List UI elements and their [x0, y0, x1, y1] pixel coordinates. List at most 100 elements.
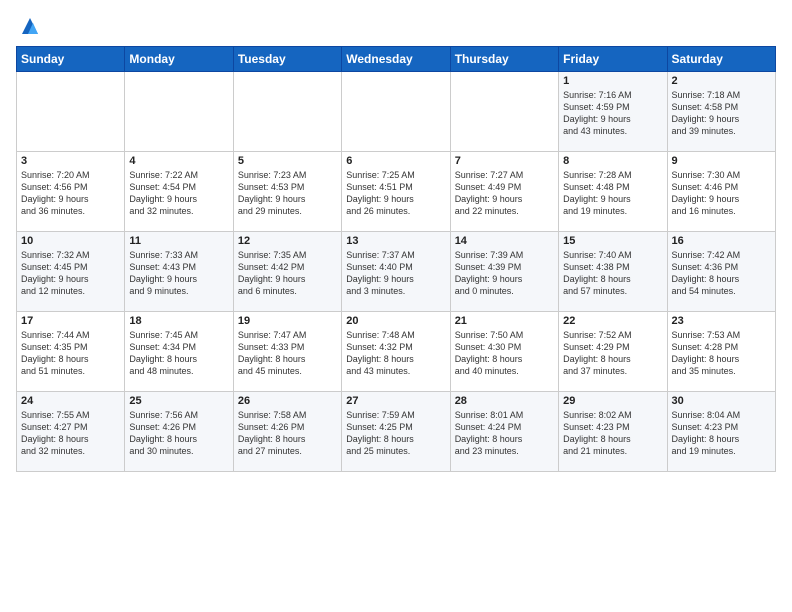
day-number: 7 — [455, 155, 554, 167]
weekday-header: Wednesday — [342, 47, 450, 72]
day-info: Sunrise: 7:27 AM Sunset: 4:49 PM Dayligh… — [455, 169, 554, 218]
day-info: Sunrise: 7:39 AM Sunset: 4:39 PM Dayligh… — [455, 249, 554, 298]
day-info: Sunrise: 8:01 AM Sunset: 4:24 PM Dayligh… — [455, 409, 554, 458]
calendar-cell: 8Sunrise: 7:28 AM Sunset: 4:48 PM Daylig… — [559, 152, 667, 232]
calendar-cell: 10 Sunrise: 7:32 AM Sunset: 4:45 PM Dayli… — [17, 232, 125, 312]
day-number: 9 — [672, 155, 771, 167]
day-number: 27 — [346, 395, 445, 407]
day-number: 30 — [672, 395, 771, 407]
day-number: 4 — [129, 155, 228, 167]
calendar-cell — [233, 72, 341, 152]
day-info: Sunrise: 7:50 AM Sunset: 4:30 PM Dayligh… — [455, 329, 554, 378]
day-info: Sunrise: 7:58 AM Sunset: 4:26 PM Dayligh… — [238, 409, 337, 458]
calendar-cell: 15 Sunrise: 7:40 AM Sunset: 4:38 PM Dayli… — [559, 232, 667, 312]
weekday-header: Sunday — [17, 47, 125, 72]
calendar-cell: 7 Sunrise: 7:27 AM Sunset: 4:49 PM Daylig… — [450, 152, 558, 232]
calendar-cell: 11 Sunrise: 7:33 AM Sunset: 4:43 PM Dayli… — [125, 232, 233, 312]
calendar-week-row: 1 Sunrise: 7:16 AM Sunset: 4:59 PM Daylig… — [17, 72, 776, 152]
day-number: 15 — [563, 235, 662, 247]
day-info: Sunrise: 7:40 AM Sunset: 4:38 PM Dayligh… — [563, 249, 662, 298]
day-info: Sunrise: 7:56 AM Sunset: 4:26 PM Dayligh… — [129, 409, 228, 458]
day-number: 23 — [672, 315, 771, 327]
calendar-cell: 22 Sunrise: 7:52 AM Sunset: 4:29 PM Dayli… — [559, 312, 667, 392]
calendar-cell: 18 Sunrise: 7:45 AM Sunset: 4:34 PM Dayli… — [125, 312, 233, 392]
calendar-cell: 14 Sunrise: 7:39 AM Sunset: 4:39 PM Dayli… — [450, 232, 558, 312]
weekday-header: Saturday — [667, 47, 775, 72]
weekday-header: Thursday — [450, 47, 558, 72]
weekday-header: Friday — [559, 47, 667, 72]
day-info: Sunrise: 7:47 AM Sunset: 4:33 PM Dayligh… — [238, 329, 337, 378]
weekday-header: Tuesday — [233, 47, 341, 72]
day-info: Sunrise: 7:25 AM Sunset: 4:51 PM Dayligh… — [346, 169, 445, 218]
calendar-week-row: 10 Sunrise: 7:32 AM Sunset: 4:45 PM Dayli… — [17, 232, 776, 312]
day-number: 3 — [21, 155, 120, 167]
calendar-cell: 4 Sunrise: 7:22 AM Sunset: 4:54 PM Daylig… — [125, 152, 233, 232]
logo-icon — [20, 16, 40, 36]
day-number: 26 — [238, 395, 337, 407]
day-number: 24 — [21, 395, 120, 407]
calendar-cell: 25 Sunrise: 7:56 AM Sunset: 4:26 PM Dayli… — [125, 392, 233, 472]
day-info: Sunrise: 7:32 AM Sunset: 4:45 PM Dayligh… — [21, 249, 120, 298]
day-number: 6 — [346, 155, 445, 167]
calendar-cell: 1 Sunrise: 7:16 AM Sunset: 4:59 PM Daylig… — [559, 72, 667, 152]
calendar-cell: 9 Sunrise: 7:30 AM Sunset: 4:46 PM Daylig… — [667, 152, 775, 232]
day-info: Sunrise: 8:02 AM Sunset: 4:23 PM Dayligh… — [563, 409, 662, 458]
calendar-cell: 17 Sunrise: 7:44 AM Sunset: 4:35 PM Dayli… — [17, 312, 125, 392]
day-number: 21 — [455, 315, 554, 327]
day-info: Sunrise: 7:52 AM Sunset: 4:29 PM Dayligh… — [563, 329, 662, 378]
day-number: 1 — [563, 75, 662, 87]
day-number: 14 — [455, 235, 554, 247]
calendar-cell: 29 Sunrise: 8:02 AM Sunset: 4:23 PM Dayli… — [559, 392, 667, 472]
calendar-week-row: 24 Sunrise: 7:55 AM Sunset: 4:27 PM Dayli… — [17, 392, 776, 472]
day-number: 19 — [238, 315, 337, 327]
calendar-cell: 19 Sunrise: 7:47 AM Sunset: 4:33 PM Dayli… — [233, 312, 341, 392]
calendar-cell: 12 Sunrise: 7:35 AM Sunset: 4:42 PM Dayli… — [233, 232, 341, 312]
day-number: 10 — [21, 235, 120, 247]
calendar-cell: 27Sunrise: 7:59 AM Sunset: 4:25 PM Dayli… — [342, 392, 450, 472]
day-number: 16 — [672, 235, 771, 247]
day-info: Sunrise: 7:37 AM Sunset: 4:40 PM Dayligh… — [346, 249, 445, 298]
day-number: 2 — [672, 75, 771, 87]
logo — [16, 16, 40, 36]
day-info: Sunrise: 7:35 AM Sunset: 4:42 PM Dayligh… — [238, 249, 337, 298]
day-info: Sunrise: 7:44 AM Sunset: 4:35 PM Dayligh… — [21, 329, 120, 378]
day-info: Sunrise: 8:04 AM Sunset: 4:23 PM Dayligh… — [672, 409, 771, 458]
day-info: Sunrise: 7:48 AM Sunset: 4:32 PM Dayligh… — [346, 329, 445, 378]
day-info: Sunrise: 7:23 AM Sunset: 4:53 PM Dayligh… — [238, 169, 337, 218]
day-number: 20 — [346, 315, 445, 327]
day-info: Sunrise: 7:42 AM Sunset: 4:36 PM Dayligh… — [672, 249, 771, 298]
day-number: 13 — [346, 235, 445, 247]
calendar-cell — [342, 72, 450, 152]
calendar-cell: 20 Sunrise: 7:48 AM Sunset: 4:32 PM Dayli… — [342, 312, 450, 392]
calendar-cell — [17, 72, 125, 152]
day-info: Sunrise: 7:55 AM Sunset: 4:27 PM Dayligh… — [21, 409, 120, 458]
calendar-header-row: SundayMondayTuesdayWednesdayThursdayFrid… — [17, 47, 776, 72]
day-info: Sunrise: 7:30 AM Sunset: 4:46 PM Dayligh… — [672, 169, 771, 218]
day-info: Sunrise: 7:33 AM Sunset: 4:43 PM Dayligh… — [129, 249, 228, 298]
calendar-cell — [450, 72, 558, 152]
calendar-cell: 16 Sunrise: 7:42 AM Sunset: 4:36 PM Dayli… — [667, 232, 775, 312]
calendar-cell: 30 Sunrise: 8:04 AM Sunset: 4:23 PM Dayli… — [667, 392, 775, 472]
calendar-cell: 21 Sunrise: 7:50 AM Sunset: 4:30 PM Dayli… — [450, 312, 558, 392]
calendar-cell: 3 Sunrise: 7:20 AM Sunset: 4:56 PM Daylig… — [17, 152, 125, 232]
day-number: 25 — [129, 395, 228, 407]
day-info: Sunrise: 7:20 AM Sunset: 4:56 PM Dayligh… — [21, 169, 120, 218]
header — [16, 16, 776, 36]
day-number: 5 — [238, 155, 337, 167]
day-number: 12 — [238, 235, 337, 247]
calendar-cell: 6 Sunrise: 7:25 AM Sunset: 4:51 PM Daylig… — [342, 152, 450, 232]
day-number: 18 — [129, 315, 228, 327]
weekday-header: Monday — [125, 47, 233, 72]
day-info: Sunrise: 7:16 AM Sunset: 4:59 PM Dayligh… — [563, 89, 662, 138]
calendar-cell: 2Sunrise: 7:18 AM Sunset: 4:58 PM Daylig… — [667, 72, 775, 152]
day-number: 11 — [129, 235, 228, 247]
day-number: 22 — [563, 315, 662, 327]
day-number: 17 — [21, 315, 120, 327]
calendar-cell: 13 Sunrise: 7:37 AM Sunset: 4:40 PM Dayli… — [342, 232, 450, 312]
day-info: Sunrise: 7:53 AM Sunset: 4:28 PM Dayligh… — [672, 329, 771, 378]
calendar-cell: 23 Sunrise: 7:53 AM Sunset: 4:28 PM Dayli… — [667, 312, 775, 392]
day-info: Sunrise: 7:45 AM Sunset: 4:34 PM Dayligh… — [129, 329, 228, 378]
day-info: Sunrise: 7:22 AM Sunset: 4:54 PM Dayligh… — [129, 169, 228, 218]
day-number: 28 — [455, 395, 554, 407]
day-number: 29 — [563, 395, 662, 407]
